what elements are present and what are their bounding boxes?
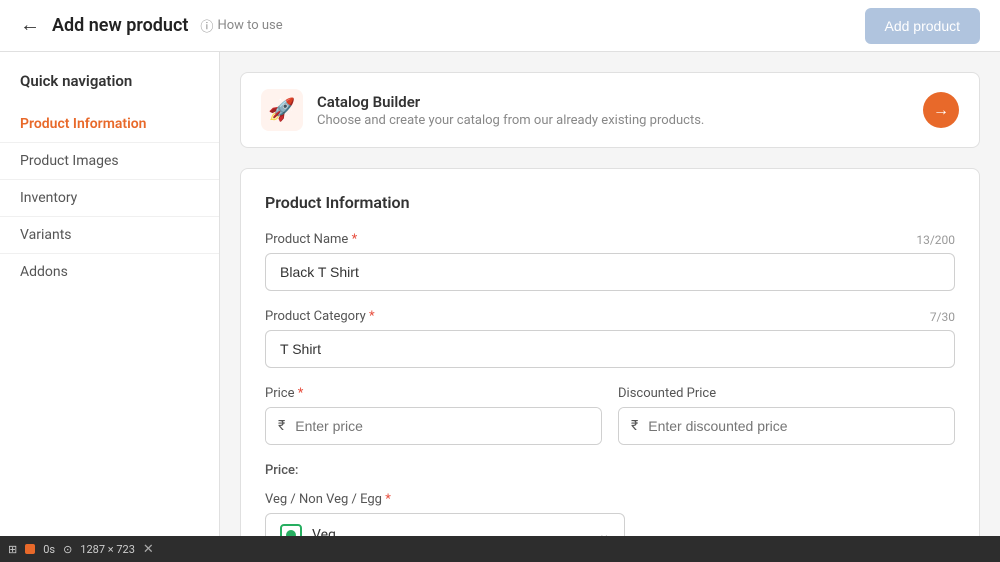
veg-label: Veg / Non Veg / Egg * [265,492,391,507]
grid-icon: ⊞ [8,543,17,556]
rocket-icon: 🚀 [261,89,303,131]
sidebar: Quick navigation Product Information Pro… [0,52,220,562]
sidebar-item-product-information[interactable]: Product Information [0,106,219,143]
discounted-price-input[interactable] [648,408,954,444]
content-area: 🚀 Catalog Builder Choose and create your… [220,52,1000,562]
sidebar-title: Quick navigation [0,72,219,106]
header-left: ← Add new product ⓘ How to use [20,14,283,37]
statusbar: ⊞ 0s ⊙ 1287 × 723 ✕ [0,536,1000,562]
info-icon: ⓘ [200,16,213,35]
camera-icon: ⊙ [63,543,72,556]
price-input-wrap: ₹ [265,407,602,445]
sidebar-item-product-images[interactable]: Product Images [0,143,219,180]
discounted-price-currency-symbol: ₹ [619,408,648,444]
price-group: Price * ₹ [265,386,602,445]
main-layout: Quick navigation Product Information Pro… [0,52,1000,562]
product-name-group: Product Name * 13/200 [265,232,955,291]
price-label: Price * [265,386,303,401]
price-required: * [298,386,304,401]
status-color-dot [25,544,35,554]
os-label: 0s [43,543,55,556]
arrow-right-icon: → [933,100,949,120]
sidebar-item-addons[interactable]: Addons [0,254,219,290]
catalog-banner: 🚀 Catalog Builder Choose and create your… [240,72,980,148]
catalog-banner-text: Catalog Builder Choose and create your c… [317,93,704,128]
catalog-builder-subtitle: Choose and create your catalog from our … [317,113,704,128]
back-button[interactable]: ← [20,14,40,37]
product-category-group: Product Category * 7/30 [265,309,955,368]
product-category-required: * [369,309,375,324]
catalog-arrow-button[interactable]: → [923,92,959,128]
sidebar-item-inventory[interactable]: Inventory [0,180,219,217]
page-title: Add new product [52,15,188,36]
catalog-builder-title: Catalog Builder [317,93,704,111]
product-name-label: Product Name * [265,232,357,247]
product-name-input[interactable] [265,253,955,291]
price-row: Price * ₹ Discounted Price ₹ [265,386,955,445]
form-section-title: Product Information [265,193,955,212]
product-information-form: Product Information Product Name * 13/20… [240,168,980,562]
how-to-use-link[interactable]: ⓘ How to use [200,16,282,35]
sidebar-item-variants[interactable]: Variants [0,217,219,254]
veg-required: * [385,492,391,507]
product-category-label: Product Category * [265,309,375,324]
product-name-required: * [352,232,358,247]
product-category-input[interactable] [265,330,955,368]
statusbar-close-button[interactable]: ✕ [143,542,154,557]
price-note: Price: [265,463,955,478]
how-to-use-label: How to use [217,18,282,33]
resolution-label: 1287 × 723 [80,543,135,556]
product-name-counter: 13/200 [916,233,955,247]
header: ← Add new product ⓘ How to use Add produ… [0,0,1000,52]
discounted-price-input-wrap: ₹ [618,407,955,445]
discounted-price-label: Discounted Price [618,386,716,401]
discounted-price-group: Discounted Price ₹ [618,386,955,445]
product-category-counter: 7/30 [930,310,955,324]
price-currency-symbol: ₹ [266,408,295,444]
add-product-button[interactable]: Add product [865,8,981,44]
price-input[interactable] [295,408,601,444]
